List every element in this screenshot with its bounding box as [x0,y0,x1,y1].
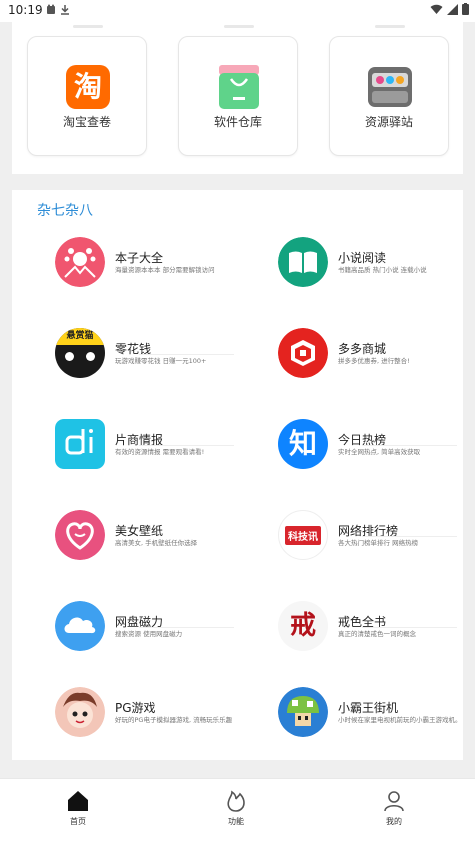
status-time: 10:19 [8,3,43,17]
section-title: 杂七杂八 [37,203,93,219]
tile-label: 软件仓库 [213,115,262,129]
item-desc: 各大热门榜单排行 网络热榜 [338,539,419,547]
item-desc: 真正的清楚戒色一词的概念 [338,630,416,638]
tile-software[interactable]: 软件仓库 [178,25,298,156]
camera-box-icon [368,67,412,107]
notification-app-icon [47,4,55,14]
heart-icon [55,510,105,560]
paw-icon [55,237,105,287]
home-icon [68,791,88,811]
list-item[interactable]: 小说阅读 书籍高品质 热门小说 连载小说 [278,237,475,291]
item-desc: 搜索资源 使用网盘磁力 [115,630,183,638]
book-icon [278,237,328,287]
cloud-icon [55,601,105,651]
tile-divider [224,25,254,28]
bottom-nav: 首页 功能 我的 [0,778,475,844]
nav-label: 首页 [70,817,86,826]
wifi-icon [430,4,443,14]
pinduoduo-icon [278,328,328,378]
flame-icon [227,790,245,812]
item-underline [362,445,457,446]
nav-home[interactable]: 首页 [48,789,108,833]
tile-divider [73,25,103,28]
signal-icon [447,3,458,15]
list-item[interactable]: 片商情报 有效的资源情报 需要观看请看! [55,419,255,473]
nav-profile[interactable]: 我的 [364,789,424,833]
tech-news-icon: 科技讯 [278,510,328,560]
item-underline [362,627,457,628]
abstain-icon: 戒 [278,601,328,651]
user-icon [384,791,404,812]
item-desc: 小时候在家里电视机前玩的小霸王游戏机。 [338,716,462,724]
item-underline [362,536,457,537]
list-item[interactable]: 小霸王街机 小时候在家里电视机前玩的小霸王游戏机。 [278,687,475,741]
item-underline [139,354,234,355]
taobao-icon: 淘 [66,65,110,109]
item-desc: 海量资源本本本 部分需要解锁访问 [115,266,215,274]
misc-section: 杂七杂八 本子大全 海量资源本本本 部分需要解锁访问 小说阅读 书籍高品质 热门… [12,190,463,760]
item-name: PG游戏 [115,701,156,715]
pg-game-icon [55,687,105,737]
tile-divider [375,25,405,28]
item-desc: 好玩的PG电子模拟器游戏, 流畅玩乐乐趣 [115,716,233,724]
item-desc: 玩游戏赚零花钱 日赚一元100+ [115,357,207,365]
list-item[interactable]: 多多商城 拼多多优惠券, 进行整合! [278,328,475,382]
item-name: 小说阅读 [338,251,387,265]
tile-label: 资源驿站 [364,115,413,129]
item-desc: 有效的资源情报 需要观看请看! [115,448,205,456]
item-underline [139,627,234,628]
tile-taobao[interactable]: 淘 淘宝查卷 [27,25,147,156]
nav-functions[interactable]: 功能 [206,789,266,833]
top-card: 淘 淘宝查卷 软件仓库 资源驿站 [12,22,463,174]
cat-coin-icon: 悬赏猫 [55,328,105,378]
mushroom-icon [278,687,328,737]
di-icon [55,419,105,469]
nav-label: 我的 [386,817,402,826]
zhihu-icon: 知 [278,419,328,469]
item-name: 小霸王街机 [338,701,399,715]
list-item[interactable]: 本子大全 海量资源本本本 部分需要解锁访问 [55,237,255,291]
list-item[interactable]: 知 今日热榜 实时全网热点, 简单高效获取 [278,419,475,473]
item-name: 多多商城 [338,342,387,356]
battery-icon [462,3,469,15]
item-desc: 拼多多优惠券, 进行整合! [338,357,410,365]
list-item[interactable]: 悬赏猫 零花钱 玩游戏赚零花钱 日赚一元100+ [55,328,255,382]
list-item[interactable]: 网盘磁力 搜索资源 使用网盘磁力 [55,601,255,655]
item-name: 本子大全 [115,251,164,265]
shopping-bag-icon [219,65,259,109]
list-item[interactable]: PG游戏 好玩的PG电子模拟器游戏, 流畅玩乐乐趣 [55,687,255,741]
tile-label: 淘宝查卷 [62,115,111,129]
list-item[interactable]: 戒 戒色全书 真正的清楚戒色一词的概念 [278,601,475,655]
list-item[interactable]: 美女壁纸 高清美女, 手机壁纸任你选择 [55,510,255,564]
item-name: 美女壁纸 [115,524,164,538]
download-icon [61,5,69,15]
item-desc: 书籍高品质 热门小说 连载小说 [338,266,427,274]
tile-resource[interactable]: 资源驿站 [329,25,449,156]
status-bar: 10:19 [0,0,475,22]
item-desc: 高清美女, 手机壁纸任你选择 [115,539,198,547]
item-desc: 实时全网热点, 简单高效获取 [338,448,421,456]
list-item[interactable]: 科技讯 网络排行榜 各大热门榜单排行 网络热榜 [278,510,475,564]
item-underline [139,445,234,446]
nav-label: 功能 [228,817,244,826]
